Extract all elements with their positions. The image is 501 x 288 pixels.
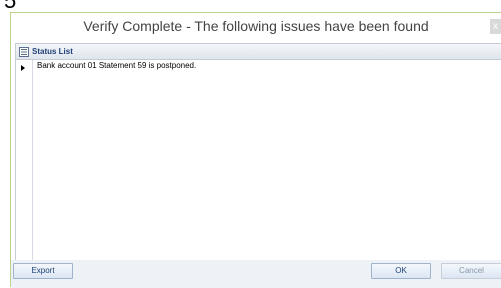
export-button[interactable]: Export	[13, 263, 73, 279]
close-button[interactable]: x	[490, 19, 501, 34]
close-icon: x	[493, 21, 498, 32]
list-icon	[19, 46, 29, 57]
dialog-title: Verify Complete - The following issues h…	[83, 18, 429, 34]
status-list-panel: Status List Bank account 01 Statement 59…	[15, 43, 501, 270]
status-grid[interactable]: Bank account 01 Statement 59 is postpone…	[16, 60, 501, 269]
cancel-button[interactable]: Cancel	[441, 263, 501, 279]
status-list-title: Status List	[32, 47, 73, 56]
status-list-header: Status List	[16, 44, 501, 60]
row-indicator-column	[16, 60, 33, 269]
status-row[interactable]: Bank account 01 Statement 59 is postpone…	[37, 61, 196, 70]
dialog-footer: Export OK Cancel	[11, 260, 501, 288]
verify-complete-dialog: Verify Complete - The following issues h…	[10, 12, 501, 288]
ok-button[interactable]: OK	[371, 263, 431, 279]
stray-glyph: 5	[4, 0, 17, 13]
title-bar: Verify Complete - The following issues h…	[11, 13, 501, 41]
current-row-arrow-icon	[21, 65, 25, 71]
